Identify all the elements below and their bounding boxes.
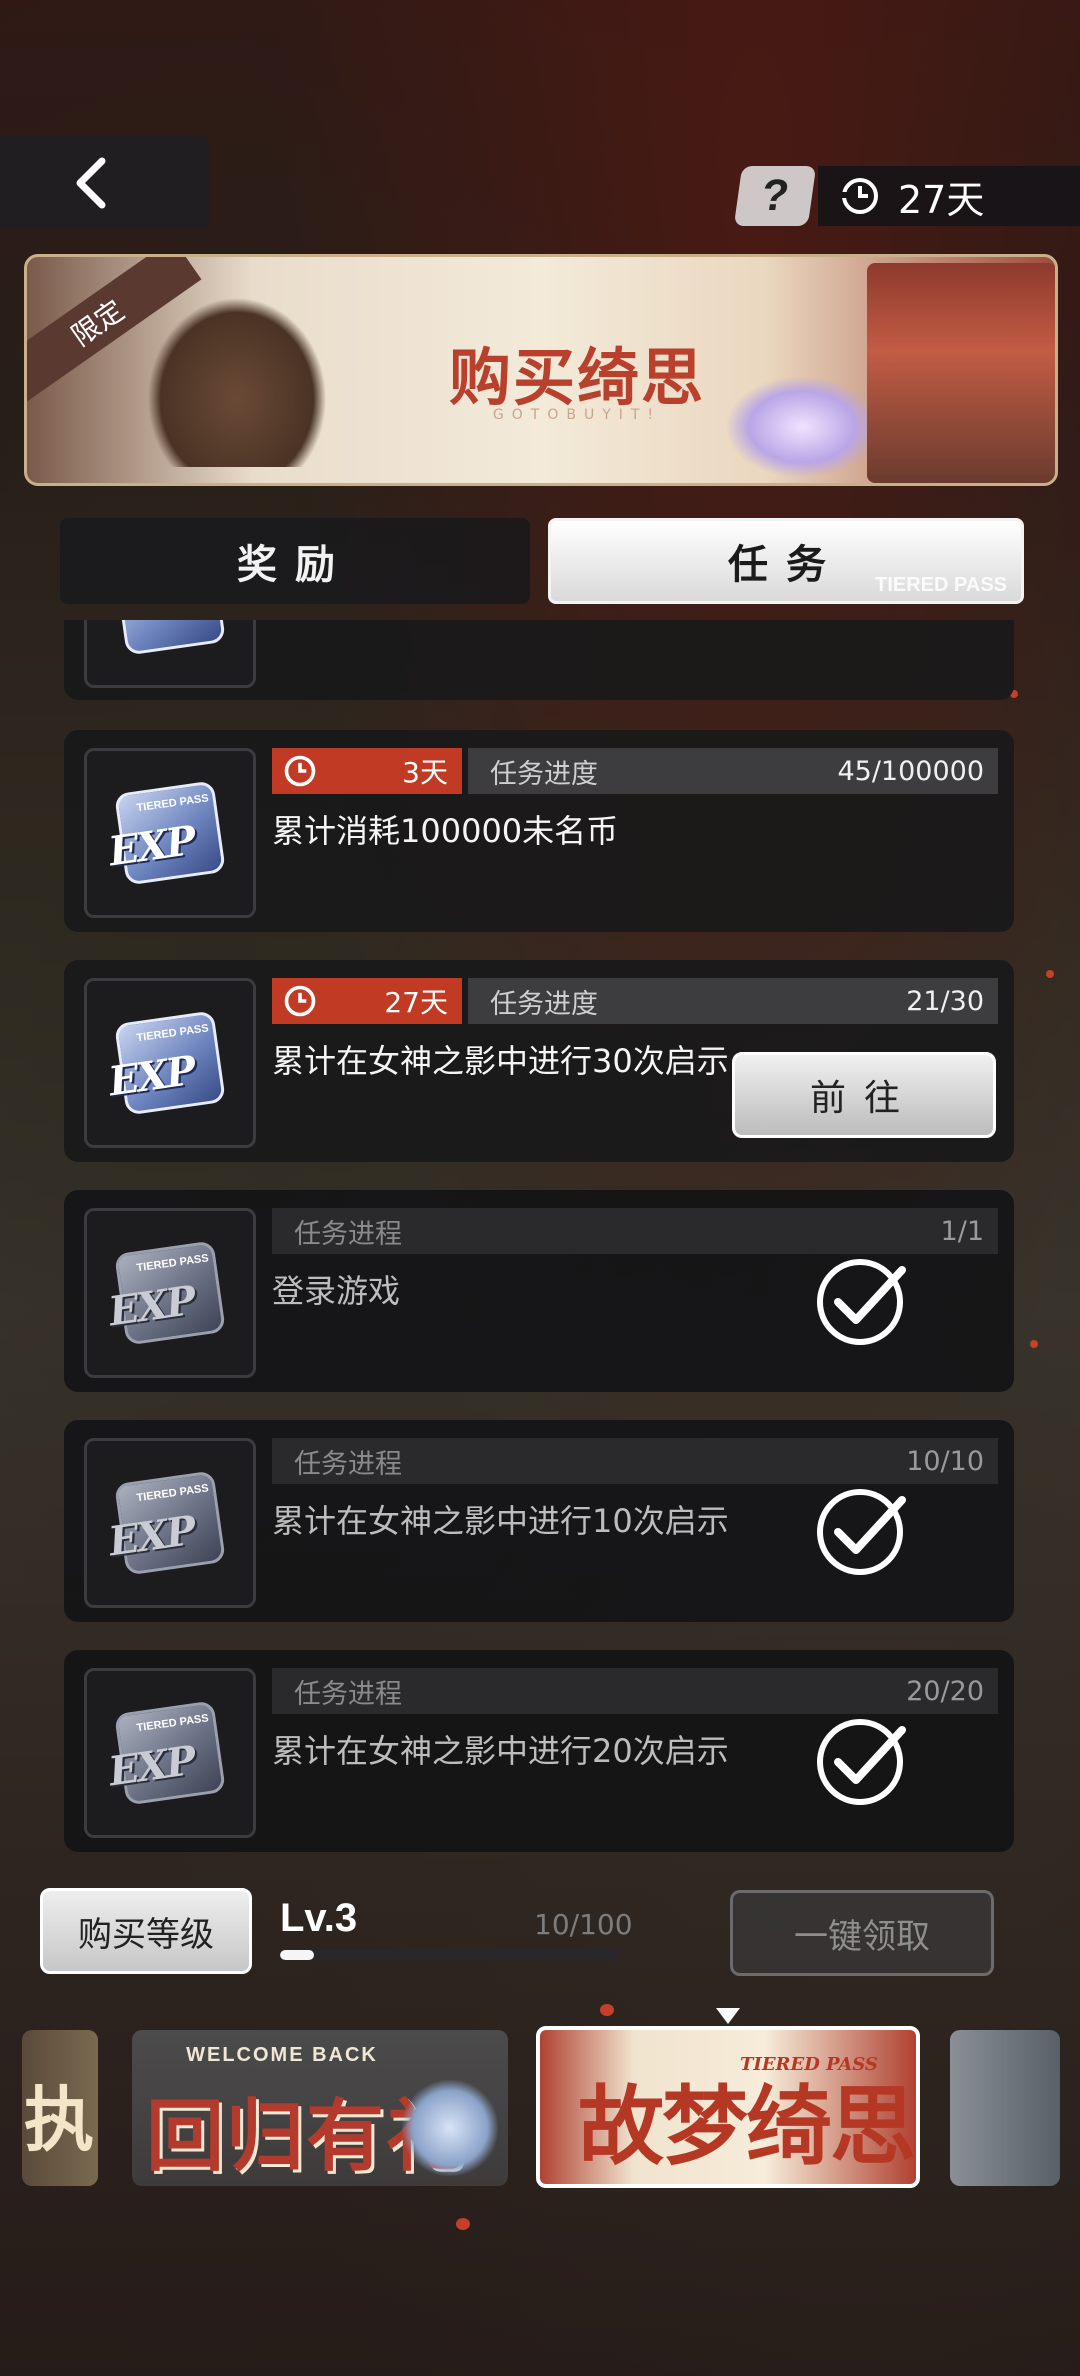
help-button[interactable]: ? — [733, 166, 817, 226]
tab-tasks-sublabel: TIERED PASS — [875, 574, 1007, 596]
days-left-text: 27天 — [898, 177, 985, 222]
go-button[interactable]: 前往 — [732, 1052, 996, 1138]
exp-icon — [114, 620, 226, 656]
limited-ribbon-text: 限定 — [65, 293, 131, 353]
chevron-left-icon — [76, 157, 106, 209]
task-list[interactable]: TIERED PASS EXP 3天 任务进度 45/100000 累计消耗10… — [0, 620, 1080, 1858]
time-remaining-text: 27天 — [384, 986, 448, 1019]
task-card: TIERED PASS EXP 任务进程 1/1 登录游戏 — [64, 1190, 1014, 1392]
check-circle-icon — [817, 1719, 906, 1805]
progress-label: 任务进程 — [294, 1678, 402, 1710]
carousel-item-tiered-pass[interactable]: 故梦绮思 TIERED PASS — [536, 2026, 920, 2188]
time-remaining-tag: 27天 — [272, 978, 462, 1024]
progress-value: 1/1 — [940, 1215, 984, 1247]
tiered-pass-caption: TIERED PASS — [740, 2054, 878, 2075]
claim-all-button[interactable]: 一键领取 — [730, 1890, 994, 1976]
ember-particle — [456, 2218, 470, 2230]
task-card: TIERED PASS EXP 3天 任务进度 45/100000 累计消耗10… — [64, 730, 1014, 932]
exp-icon-text: EXP — [105, 816, 198, 876]
carousel-item-left-text: 执 — [24, 2078, 94, 2161]
purchase-banner[interactable]: 限定 购买绮思 GOTOBUYIT! — [24, 254, 1058, 486]
clock-icon — [284, 755, 316, 787]
exp-icon-mini: TIERED PASS — [135, 1712, 210, 1735]
room-illustration — [867, 263, 1055, 483]
level-progress-fill — [280, 1950, 314, 1960]
tab-rewards-label: 奖励 — [237, 542, 353, 588]
exp-icon: TIERED PASS EXP — [106, 1470, 226, 1576]
tab-tasks[interactable]: 任务 TIERED PASS — [548, 518, 1024, 604]
exp-icon-text: EXP — [105, 1276, 198, 1336]
telephone-illustration — [147, 297, 327, 467]
task-card-partial — [64, 620, 1014, 700]
task-progress: 任务进程 10/10 — [272, 1438, 998, 1484]
progress-label: 任务进程 — [294, 1448, 402, 1480]
exp-icon: TIERED PASS EXP — [106, 1010, 226, 1116]
exp-icon: TIERED PASS EXP — [106, 1700, 226, 1806]
exp-icon-text: EXP — [105, 1506, 198, 1566]
task-title: 累计在女神之影中进行10次启示 — [272, 1502, 729, 1540]
tab-rewards[interactable]: 奖励 — [60, 518, 530, 604]
carousel-item-partial-right[interactable] — [950, 2030, 1060, 2186]
reward-icon-box: TIERED PASS EXP — [84, 748, 256, 918]
exp-icon-mini: TIERED PASS — [135, 1252, 210, 1275]
tab-tasks-label: 任务 — [728, 542, 844, 588]
reward-icon-box: TIERED PASS EXP — [84, 1438, 256, 1608]
progress-label: 任务进度 — [490, 988, 598, 1020]
exp-icon-mini: TIERED PASS — [135, 1022, 210, 1045]
exp-icon: TIERED PASS EXP — [106, 780, 226, 886]
remaining-days: 27天 — [818, 166, 1080, 226]
progress-value: 10/10 — [906, 1445, 984, 1477]
crystal-illustration — [727, 377, 877, 477]
help-label: ? — [758, 171, 792, 220]
task-progress: 任务进度 45/100000 — [468, 748, 998, 794]
progress-label: 任务进程 — [294, 1218, 402, 1250]
clock-icon — [284, 985, 316, 1017]
task-title: 登录游戏 — [272, 1272, 401, 1310]
time-remaining-text: 3天 — [402, 756, 448, 789]
gem-illustration — [402, 2080, 498, 2176]
exp-icon: TIERED PASS EXP — [106, 1240, 226, 1346]
progress-value: 20/20 — [906, 1675, 984, 1707]
welcome-back-caption: WELCOME BACK — [186, 2044, 378, 2066]
task-progress: 任务进程 20/20 — [272, 1668, 998, 1714]
carousel-selected-indicator — [716, 2008, 740, 2024]
reward-icon-box: TIERED PASS EXP — [84, 1668, 256, 1838]
time-remaining-tag: 3天 — [272, 748, 462, 794]
exp-icon-text: EXP — [105, 1046, 198, 1106]
reward-icon-box — [84, 620, 256, 688]
clock-icon — [842, 178, 878, 214]
task-title: 累计在女神之影中进行20次启示 — [272, 1732, 729, 1770]
level-label: Lv.3 — [280, 1896, 358, 1940]
exp-icon-mini: TIERED PASS — [135, 792, 210, 815]
reward-icon-box: TIERED PASS EXP — [84, 1208, 256, 1378]
check-circle-icon — [817, 1259, 906, 1345]
back-button[interactable] — [0, 136, 210, 230]
task-progress: 任务进度 21/30 — [468, 978, 998, 1024]
task-title: 累计在女神之影中进行30次启示 — [272, 1042, 729, 1080]
exp-icon-text: EXP — [105, 1736, 198, 1796]
task-card: TIERED PASS EXP 任务进程 10/10 累计在女神之影中进行10次… — [64, 1420, 1014, 1622]
carousel-item-partial-left[interactable]: 执 — [22, 2030, 98, 2186]
exp-icon-mini: TIERED PASS — [135, 1482, 210, 1505]
banner-subtitle: GOTOBUYIT! — [492, 407, 662, 423]
ember-particle — [600, 2004, 614, 2016]
banner-title: 购买绮思 — [448, 341, 705, 414]
task-card: TIERED PASS EXP 27天 任务进度 21/30 累计在女神之影中进… — [64, 960, 1014, 1162]
progress-label: 任务进度 — [490, 758, 598, 790]
level-exp-count: 10/100 — [534, 1908, 633, 1941]
buy-level-button[interactable]: 购买等级 — [40, 1888, 252, 1974]
level-progress-track — [280, 1950, 620, 1960]
check-circle-icon — [817, 1489, 906, 1575]
carousel-item-welcome-back[interactable]: WELCOME BACK 回归有礼 — [132, 2030, 508, 2186]
task-card: TIERED PASS EXP 任务进程 20/20 累计在女神之影中进行20次… — [64, 1650, 1014, 1852]
progress-value: 21/30 — [906, 985, 984, 1017]
progress-value: 45/100000 — [837, 755, 984, 787]
reward-icon-box: TIERED PASS EXP — [84, 978, 256, 1148]
task-progress: 任务进程 1/1 — [272, 1208, 998, 1254]
task-title: 累计消耗100000未名币 — [272, 812, 619, 850]
